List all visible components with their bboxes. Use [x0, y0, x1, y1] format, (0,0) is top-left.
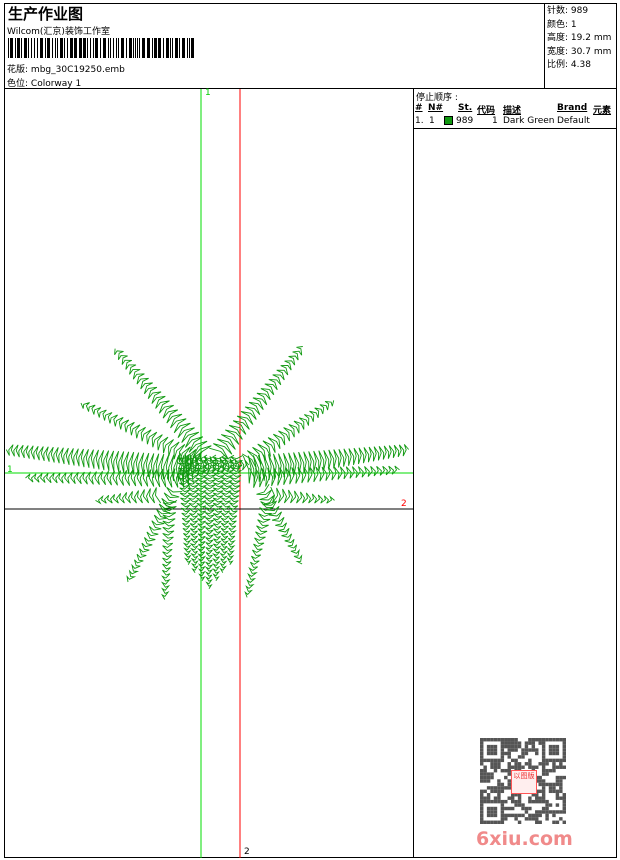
watermark-site: 6xiu.com	[476, 828, 573, 850]
frond-lower-right-inner	[270, 486, 335, 504]
seal-stamp: 以图版	[511, 770, 537, 794]
frond-lower-left-inner	[95, 487, 162, 505]
frond-lower-right-2	[244, 501, 275, 598]
axis-label-red-right: 2	[401, 499, 407, 509]
axis-label-green-top: 1	[205, 88, 211, 98]
frond-far-left-lower	[25, 467, 191, 489]
frond-lower-left-2	[160, 500, 178, 600]
axis-label-red-bottom: 2	[244, 847, 250, 857]
frond-top-right	[209, 346, 303, 460]
design-canvas	[5, 89, 413, 858]
frond-far-right-lower	[249, 465, 400, 488]
axis-label-green-left: 1	[7, 465, 13, 475]
